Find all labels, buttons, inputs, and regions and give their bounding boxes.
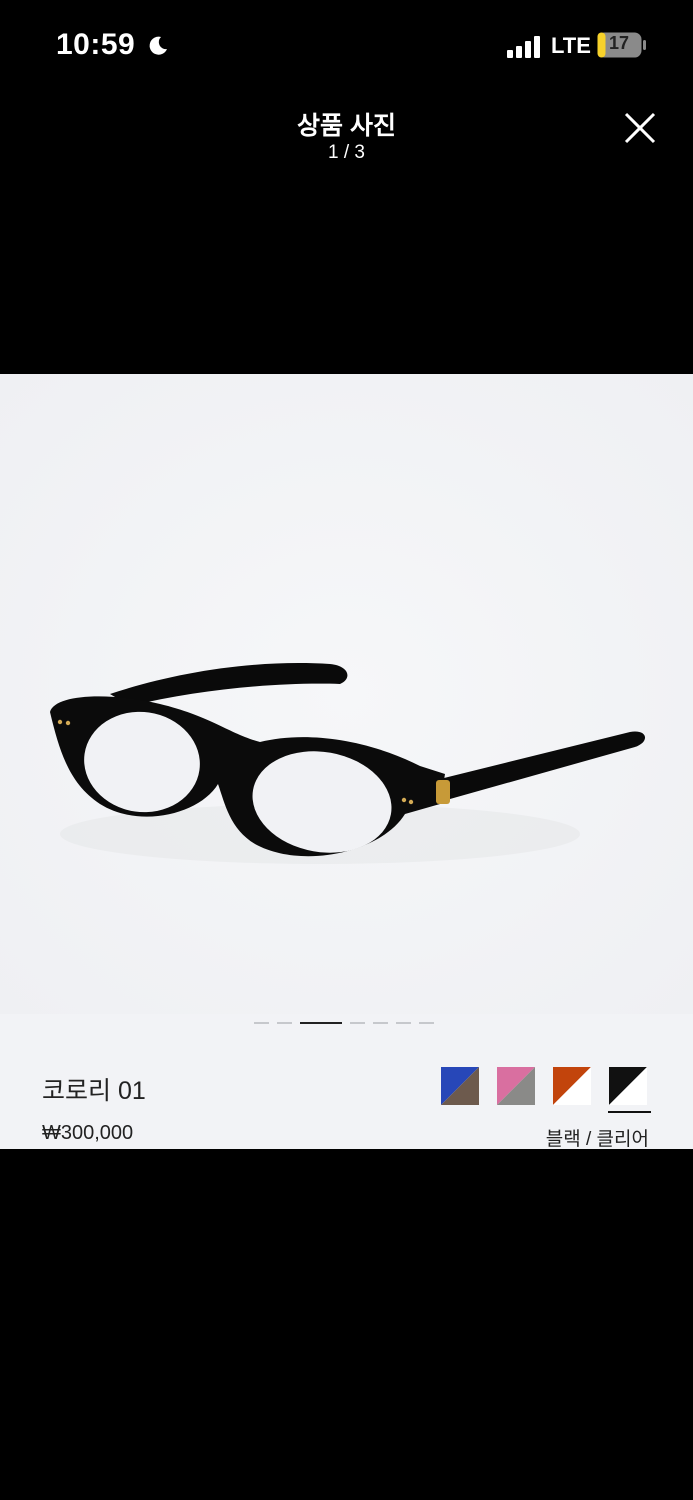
clock: 10:59	[56, 28, 136, 61]
selected-color-label: 블랙 / 클리어	[545, 1129, 649, 1150]
battery-level: 17	[608, 33, 630, 53]
status-bar: 10:59 LTE 17	[0, 0, 693, 90]
pager-dot[interactable]	[373, 1022, 388, 1024]
signal-icon	[507, 36, 540, 58]
product-photo[interactable]	[0, 374, 693, 1014]
swatch-pink[interactable]	[497, 1067, 535, 1105]
viewer-header: 상품 사진 1 / 3	[0, 100, 693, 180]
image-counter: 1 / 3	[328, 142, 365, 163]
pager-dot[interactable]	[350, 1022, 365, 1024]
moon-icon	[149, 36, 167, 55]
close-icon[interactable]	[620, 108, 660, 148]
product-panel: 코로리 01 ₩300,000 블랙 / 클리어	[0, 374, 693, 1150]
network-label: LTE	[551, 33, 591, 58]
selected-swatch-indicator	[608, 1111, 651, 1113]
pager-dot[interactable]	[419, 1022, 434, 1024]
pager-dot[interactable]	[254, 1022, 269, 1024]
swatch-orange[interactable]	[553, 1067, 591, 1105]
page-title: 상품 사진	[297, 112, 396, 140]
pager-dot[interactable]	[396, 1022, 411, 1024]
product-price: ₩300,000	[42, 1122, 134, 1144]
image-pager	[254, 1021, 434, 1025]
pager-dot[interactable]	[277, 1022, 292, 1024]
swatch-blue[interactable]	[441, 1067, 479, 1105]
product-name: 코로리 01	[42, 1077, 146, 1105]
pager-dot-active[interactable]	[300, 1022, 342, 1024]
swatch-black[interactable]	[609, 1067, 647, 1105]
